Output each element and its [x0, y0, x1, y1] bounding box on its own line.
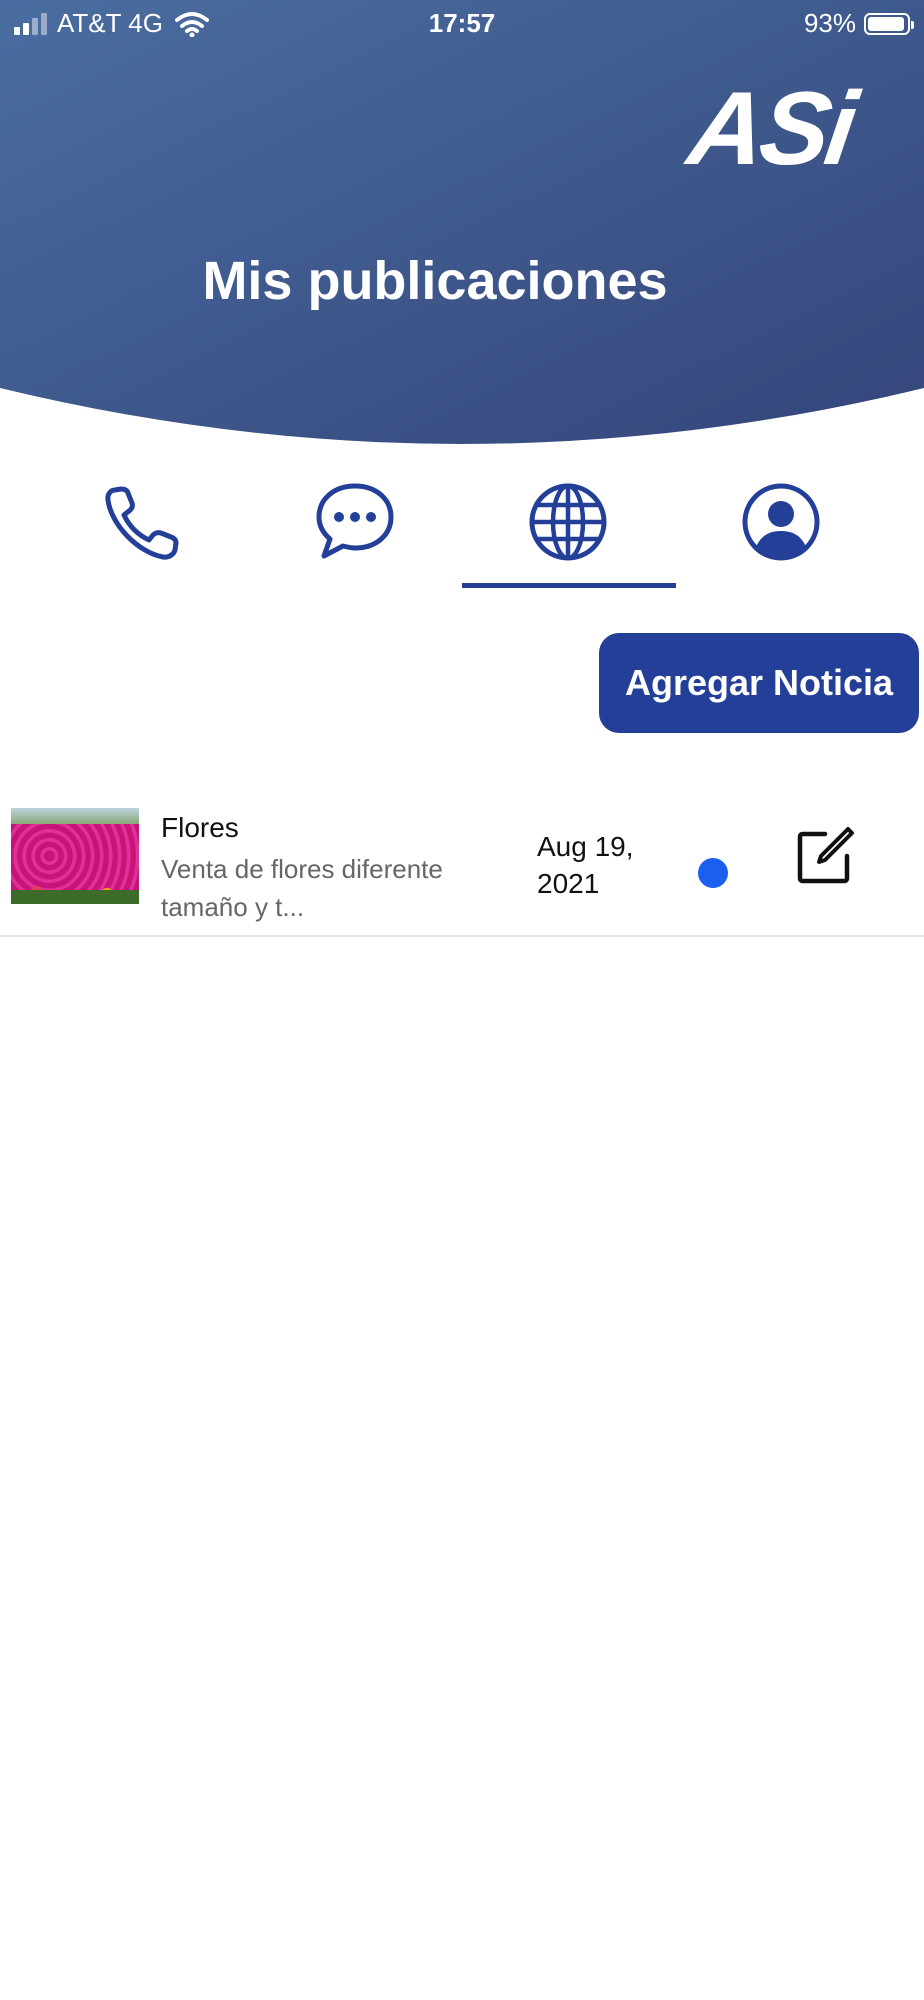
add-news-button[interactable]: Agregar Noticia [599, 633, 919, 733]
header-banner: AT&T 4G 17:57 93% ASi Mis publicaciones [0, 0, 924, 455]
phone-icon [105, 486, 179, 560]
page-title: Mis publicaciones [202, 251, 668, 311]
publication-row[interactable]: Flores Venta de flores diferente tamaño … [0, 790, 924, 937]
battery-percent: 93% [803, 8, 856, 38]
status-indicator-dot [698, 858, 728, 888]
header-background [0, 0, 924, 444]
status-bar: AT&T 4G 17:57 93% [0, 0, 924, 46]
edit-icon [797, 827, 854, 884]
battery-icon [864, 12, 914, 35]
tab-messages[interactable] [249, 470, 461, 588]
tab-publications[interactable] [462, 470, 674, 588]
publication-date: Aug 19, 2021 [537, 831, 634, 899]
globe-icon [529, 483, 607, 561]
publication-title: Flores [161, 812, 239, 843]
asi-logo: ASi [681, 71, 860, 187]
chat-bubble-icon [316, 483, 394, 559]
clock: 17:57 [428, 8, 496, 38]
publication-description: Venta de flores diferente tamaño y t... [161, 854, 443, 922]
publication-thumbnail [11, 808, 139, 904]
tab-phone[interactable] [37, 470, 249, 588]
tab-profile[interactable] [675, 470, 887, 588]
user-profile-icon [742, 483, 820, 561]
tab-bar [0, 470, 924, 590]
edit-publication-button[interactable] [795, 826, 855, 886]
active-tab-indicator [462, 583, 676, 588]
